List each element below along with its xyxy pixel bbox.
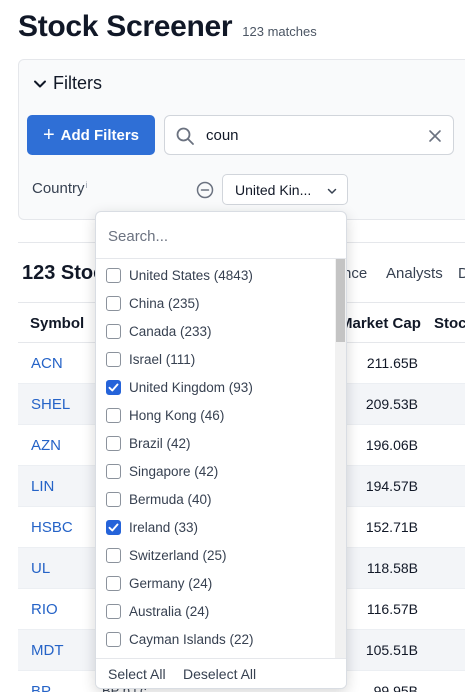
checkbox[interactable] xyxy=(106,268,121,283)
add-filters-button[interactable]: + Add Filters xyxy=(27,115,155,155)
country-select[interactable]: United Kin... xyxy=(222,174,348,205)
country-option[interactable]: Singapore (42) xyxy=(96,458,334,486)
chevron-down-icon xyxy=(34,80,46,87)
checkbox[interactable] xyxy=(106,352,121,367)
country-option-list: United States (4843) China (235) Canada … xyxy=(96,262,334,658)
checkbox[interactable] xyxy=(106,548,121,563)
tab-dividends[interactable]: D xyxy=(458,265,465,282)
close-icon[interactable] xyxy=(427,128,443,144)
country-option[interactable]: Israel (111) xyxy=(96,346,334,374)
column-symbol[interactable]: Symbol xyxy=(30,315,84,332)
deselect-all-button[interactable]: Deselect All xyxy=(183,666,256,682)
results-title: 123 Stoc xyxy=(22,262,105,284)
dropdown-scrollbar-thumb[interactable] xyxy=(336,259,345,342)
row-symbol[interactable]: MDT xyxy=(31,642,64,659)
checkbox[interactable] xyxy=(106,632,121,647)
row-symbol[interactable]: ACN xyxy=(31,355,63,372)
add-filters-label: Add Filters xyxy=(60,126,140,144)
checkbox[interactable] xyxy=(106,324,121,339)
checkbox[interactable] xyxy=(106,296,121,311)
filters-toggle[interactable]: Filters xyxy=(33,73,102,94)
check-icon xyxy=(108,523,119,532)
country-option[interactable]: Brazil (42) xyxy=(96,430,334,458)
row-symbol[interactable]: LIN xyxy=(31,478,54,495)
checkbox-checked[interactable] xyxy=(106,380,121,395)
remove-filter-icon[interactable] xyxy=(196,181,214,199)
filters-title: Filters xyxy=(53,73,102,93)
row-symbol[interactable]: SHEL xyxy=(31,396,70,413)
country-option[interactable]: Cayman Islands (22) xyxy=(96,626,334,654)
column-market-cap[interactable]: Market Cap xyxy=(340,315,421,332)
country-option[interactable]: Australia (24) xyxy=(96,598,334,626)
row-symbol[interactable]: RIO xyxy=(31,601,58,618)
plus-icon: + xyxy=(42,124,55,146)
filter-search-value: coun xyxy=(206,127,239,144)
tab-analysts[interactable]: Analysts xyxy=(386,265,443,282)
checkbox[interactable] xyxy=(106,436,121,451)
country-option[interactable]: Canada (233) xyxy=(96,318,334,346)
dropdown-footer: Select All Deselect All xyxy=(96,658,346,688)
row-symbol[interactable]: AZN xyxy=(31,437,61,454)
checkbox[interactable] xyxy=(106,408,121,423)
checkbox[interactable] xyxy=(106,604,121,619)
country-option[interactable]: Switzerland (25) xyxy=(96,542,334,570)
checkbox[interactable] xyxy=(106,576,121,591)
info-icon[interactable]: i xyxy=(86,180,88,190)
checkbox[interactable] xyxy=(106,464,121,479)
match-count: 123 matches xyxy=(242,24,317,39)
country-dropdown: Search... United States (4843) China (23… xyxy=(95,211,347,689)
filters-panel: Filters + Add Filters coun Countryi Unit… xyxy=(18,59,465,220)
row-symbol[interactable]: BP xyxy=(31,683,51,692)
column-stock-price[interactable]: Stoc xyxy=(434,315,465,332)
country-option[interactable]: United States (4843) xyxy=(96,262,334,290)
country-option[interactable]: Ireland (33) xyxy=(96,514,334,542)
country-filter-label: Countryi xyxy=(32,180,88,197)
country-select-value: United Kin... xyxy=(235,181,312,198)
dropdown-search-input[interactable]: Search... xyxy=(96,212,346,259)
chevron-down-icon xyxy=(327,188,337,194)
dropdown-search-placeholder: Search... xyxy=(108,228,169,245)
checkbox-checked[interactable] xyxy=(106,520,121,535)
country-option[interactable]: Hong Kong (46) xyxy=(96,402,334,430)
country-option[interactable]: Bermuda (40) xyxy=(96,486,334,514)
country-option[interactable]: United Kingdom (93) xyxy=(96,374,334,402)
row-symbol[interactable]: UL xyxy=(31,560,50,577)
page-title: Stock Screener xyxy=(18,10,233,43)
filter-search-input[interactable]: coun xyxy=(164,115,454,155)
checkbox[interactable] xyxy=(106,492,121,507)
country-option[interactable]: China (235) xyxy=(96,290,334,318)
select-all-button[interactable]: Select All xyxy=(108,666,166,682)
country-option[interactable]: Germany (24) xyxy=(96,570,334,598)
page-header: Stock Screener 123 matches xyxy=(18,10,317,44)
search-icon xyxy=(176,127,194,145)
check-icon xyxy=(108,383,119,392)
row-symbol[interactable]: HSBC xyxy=(31,519,73,536)
